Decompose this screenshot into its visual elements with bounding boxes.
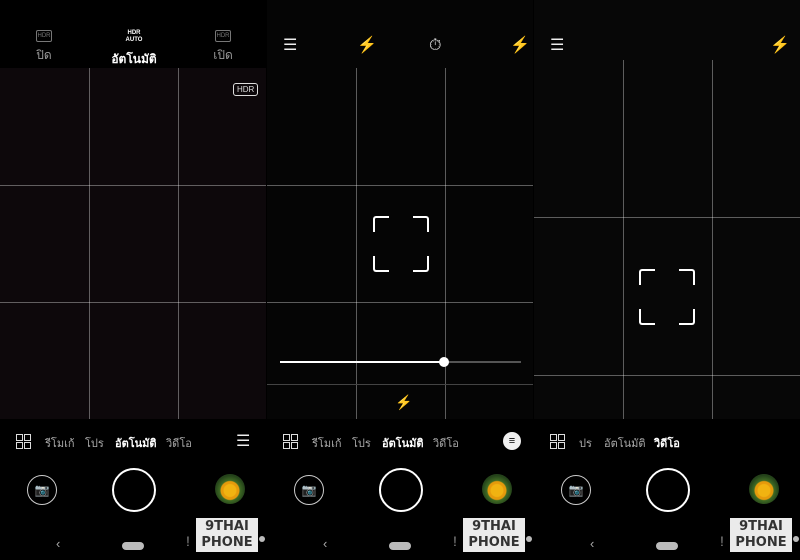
watermark-line2: PHONE bbox=[468, 535, 520, 550]
home-pill[interactable] bbox=[656, 542, 678, 550]
grid-line bbox=[178, 68, 179, 419]
viewfinder[interactable] bbox=[267, 0, 533, 419]
hdr-off-icon: HDR bbox=[36, 30, 52, 42]
watermark-line1: 9THAI bbox=[472, 519, 516, 534]
watermark-bang: ! bbox=[453, 533, 457, 549]
watermark-bang: ! bbox=[720, 533, 724, 549]
camera-panel-video: ☰ ⚡ ปร อัตโนมัติ วิดีโอ 📷 ‹ ! 9THAI PHON… bbox=[534, 0, 800, 560]
gallery-thumbnail[interactable] bbox=[749, 474, 779, 504]
menu-icon[interactable]: ☰ bbox=[283, 36, 297, 56]
camera-panel-hdr: HDR ปิด HDR AUTO อัตโนมัติ HDR เปิด HDR … bbox=[0, 0, 266, 560]
grid-line bbox=[0, 302, 266, 303]
hdr-off-option[interactable]: HDR ปิด bbox=[9, 30, 79, 65]
back-icon[interactable]: ‹ bbox=[56, 536, 60, 551]
focus-frame bbox=[639, 269, 695, 325]
mode-bokeh[interactable]: รีโมเก้ bbox=[312, 434, 342, 452]
sliders-icon[interactable]: ☰ bbox=[236, 431, 250, 451]
camera-switch-icon: 📷 bbox=[301, 483, 317, 497]
apps-grid-icon[interactable] bbox=[283, 434, 298, 449]
mode-auto[interactable]: อัตโนมัติ bbox=[115, 434, 157, 452]
viewfinder[interactable] bbox=[534, 0, 800, 419]
home-pill[interactable] bbox=[122, 542, 144, 550]
mode-video[interactable]: วิดีโอ bbox=[433, 434, 459, 452]
gallery-thumbnail[interactable] bbox=[482, 474, 512, 504]
hdr-auto-label: อัตโนมัติ bbox=[111, 52, 157, 66]
menu-icon[interactable]: ☰ bbox=[550, 36, 564, 56]
mode-bokeh[interactable]: รีโมเก้ bbox=[45, 434, 75, 452]
divider bbox=[267, 384, 533, 385]
grid-line bbox=[0, 185, 266, 186]
watermark-logo: 9THAI PHONE bbox=[196, 518, 258, 552]
gallery-thumbnail[interactable] bbox=[215, 474, 245, 504]
watermark-bang: ! bbox=[186, 533, 190, 549]
hdr-on-label: เปิด bbox=[213, 48, 233, 62]
camera-switch-icon: 📷 bbox=[34, 483, 50, 497]
switch-camera-button[interactable]: 📷 bbox=[294, 475, 324, 505]
magic-wand-icon[interactable]: ⚡ bbox=[357, 36, 377, 56]
beauty-slider-knob[interactable] bbox=[438, 357, 449, 367]
shutter-button[interactable] bbox=[112, 468, 156, 512]
back-icon[interactable]: ‹ bbox=[323, 536, 327, 551]
menu-circle-icon[interactable]: ≡ bbox=[503, 432, 521, 450]
watermark-logo: 9THAI PHONE bbox=[730, 518, 792, 552]
home-pill[interactable] bbox=[389, 542, 411, 550]
timer-off-icon[interactable]: ⏱ bbox=[429, 36, 441, 56]
grid-line bbox=[712, 60, 713, 419]
watermark-line2: PHONE bbox=[201, 535, 253, 550]
mode-bar: ปร อัตโนมัติ วิดีโอ bbox=[534, 424, 800, 456]
watermark-dot bbox=[526, 536, 532, 542]
flash-off-icon[interactable]: ⚡ bbox=[510, 36, 530, 56]
mode-bar: รีโมเก้ โปร อัตโนมัติ วิดีโอ ☰ bbox=[0, 424, 266, 456]
viewfinder[interactable] bbox=[0, 68, 266, 419]
mode-bar: รีโมเก้ โปร อัตโนมัติ วิดีโอ ≡ bbox=[267, 424, 533, 456]
flash-off-icon[interactable]: ⚡ bbox=[770, 36, 790, 56]
hdr-badge: HDR bbox=[233, 83, 259, 96]
back-icon[interactable]: ‹ bbox=[590, 536, 594, 551]
apps-grid-icon[interactable] bbox=[550, 434, 565, 449]
beauty-slider-fill bbox=[280, 361, 444, 363]
hdr-auto-option[interactable]: HDR AUTO อัตโนมัติ bbox=[99, 30, 169, 69]
mode-pro[interactable]: ปร bbox=[579, 434, 592, 452]
grid-line bbox=[623, 60, 624, 419]
grid-line bbox=[89, 68, 90, 419]
magic-wand-icon[interactable]: ⚡ bbox=[395, 394, 412, 411]
watermark-logo: 9THAI PHONE bbox=[463, 518, 525, 552]
grid-line bbox=[267, 185, 533, 186]
watermark-line1: 9THAI bbox=[739, 519, 783, 534]
mode-auto[interactable]: อัตโนมัติ bbox=[382, 434, 424, 452]
mode-auto[interactable]: อัตโนมัติ bbox=[604, 434, 646, 452]
grid-line bbox=[356, 68, 357, 419]
watermark-dot bbox=[793, 536, 799, 542]
grid-line bbox=[534, 217, 800, 218]
grid-line bbox=[534, 375, 800, 376]
mode-pro[interactable]: โปร bbox=[85, 434, 104, 452]
shutter-button[interactable] bbox=[646, 468, 690, 512]
camera-panel-beauty: ☰ ⚡ ⏱ ⚡ ⚡ รีโมเก้ โปร อัตโนมัติ วิดีโอ ≡… bbox=[267, 0, 533, 560]
focus-frame bbox=[373, 216, 429, 272]
mode-pro[interactable]: โปร bbox=[352, 434, 371, 452]
grid-line bbox=[267, 302, 533, 303]
beauty-slider[interactable] bbox=[280, 357, 521, 367]
watermark-line1: 9THAI bbox=[205, 519, 249, 534]
watermark-dot bbox=[259, 536, 265, 542]
hdr-on-icon: HDR bbox=[215, 30, 231, 42]
hdr-off-label: ปิด bbox=[36, 48, 52, 62]
mode-video[interactable]: วิดีโอ bbox=[166, 434, 192, 452]
switch-camera-button[interactable]: 📷 bbox=[27, 475, 57, 505]
hdr-options-bar: HDR ปิด HDR AUTO อัตโนมัติ HDR เปิด bbox=[0, 0, 266, 68]
mode-video[interactable]: วิดีโอ bbox=[654, 434, 680, 452]
shutter-button[interactable] bbox=[379, 468, 423, 512]
hdr-on-option[interactable]: HDR เปิด bbox=[188, 30, 258, 65]
hdr-auto-icon: HDR AUTO bbox=[125, 30, 143, 43]
apps-grid-icon[interactable] bbox=[16, 434, 31, 449]
camera-switch-icon: 📷 bbox=[568, 483, 584, 497]
watermark-line2: PHONE bbox=[735, 535, 787, 550]
switch-camera-button[interactable]: 📷 bbox=[561, 475, 591, 505]
